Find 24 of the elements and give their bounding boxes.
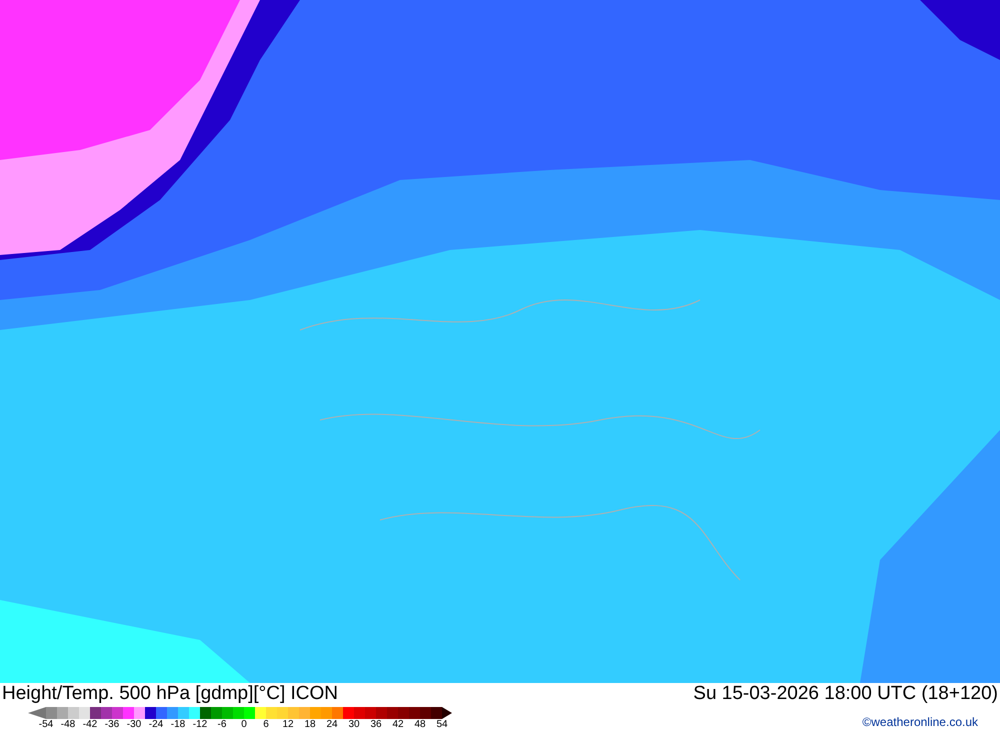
legend-tick-label: -30 [126,719,142,730]
legend-tick-label: 48 [413,719,427,730]
legend-tick-label: 24 [325,719,339,730]
legend-tick-label: 36 [369,719,383,730]
legend-tick-label: 30 [347,719,361,730]
legend-tick-label: -48 [60,719,76,730]
legend-tick-label: -54 [38,719,54,730]
legend-tick-label: 12 [281,719,295,730]
map-title: Height/Temp. 500 hPa [gdmp][°C] ICON [2,683,340,705]
legend-tick-label: -36 [104,719,120,730]
legend-tick-label: -42 [82,719,98,730]
legend-tick-label: 42 [391,719,405,730]
legend-tick-label: 18 [303,719,317,730]
credit-link[interactable]: ©weatheronline.co.uk [862,715,978,729]
legend-tick-label: 0 [240,719,248,730]
legend-tick-label: 54 [435,719,449,730]
legend-tick-label: 6 [262,719,270,730]
valid-time: Su 15-03-2026 18:00 UTC (18+120) [693,683,998,705]
right-arrow-icon [442,707,452,719]
legend-tick-label: -12 [192,719,208,730]
legend-tick-label: -6 [216,719,228,730]
legend-tick-label: -24 [148,719,164,730]
legend-tick-label: -18 [170,719,186,730]
left-arrow-icon [28,707,46,719]
